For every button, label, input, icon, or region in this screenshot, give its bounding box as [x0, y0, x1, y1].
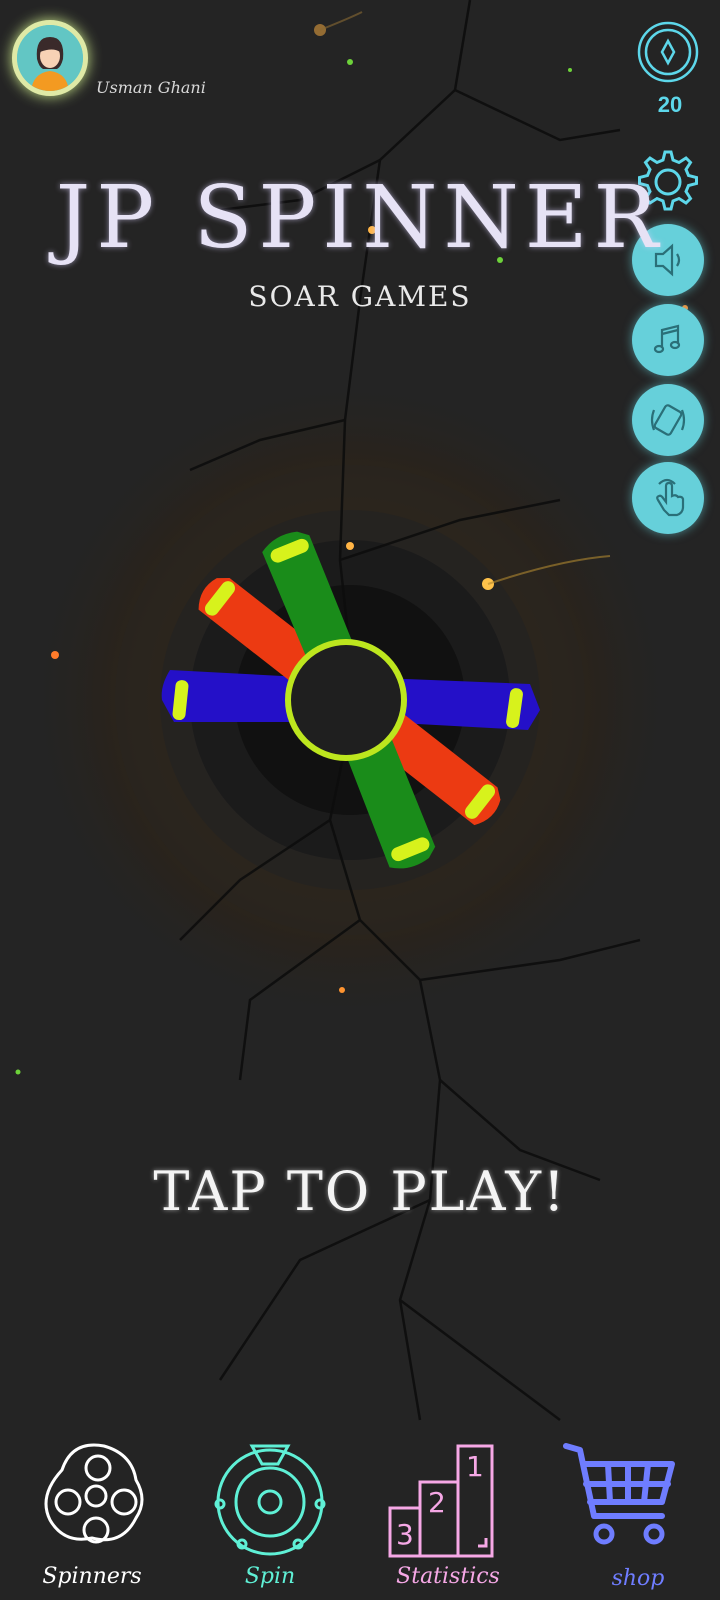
username: Usman Ghani: [96, 78, 206, 97]
nav-label-statistics: Statistics: [396, 1564, 500, 1589]
svg-text:1: 1: [466, 1450, 484, 1483]
music-note-icon: [653, 324, 681, 354]
nav-label-spinners: Spinners: [42, 1564, 142, 1589]
avatar[interactable]: [12, 20, 88, 96]
nav-statistics[interactable]: 1 2 3 Statistics: [368, 1440, 528, 1600]
currency-indicator[interactable]: [636, 20, 700, 84]
studio-name: SOAR GAMES: [248, 280, 472, 313]
shopping-cart-icon: [563, 1443, 675, 1545]
spin-wheel-icon: [214, 1444, 326, 1556]
coin-count: 20: [657, 92, 683, 117]
tap-to-play-button[interactable]: TAP TO PLAY!: [0, 1160, 720, 1223]
svg-text:2: 2: [428, 1486, 446, 1519]
vibration-icon: [650, 404, 686, 436]
vibration-button[interactable]: [632, 384, 704, 456]
podium-icon: 1 2 3: [388, 1444, 494, 1558]
player-profile[interactable]: Usman Ghani: [12, 20, 232, 110]
user-avatar-icon: [17, 25, 83, 91]
nav-spinners[interactable]: Spinners: [12, 1440, 172, 1600]
nav-label-shop: shop: [611, 1566, 665, 1591]
hand-pointer-icon: [656, 478, 685, 517]
diamond-coin-icon: [637, 21, 699, 83]
nav-spin[interactable]: Spin: [190, 1440, 350, 1600]
nav-shop[interactable]: shop: [558, 1440, 718, 1600]
music-button[interactable]: [632, 304, 704, 376]
svg-text:3: 3: [396, 1518, 414, 1551]
touch-button[interactable]: [632, 462, 704, 534]
spinner-graphic: [161, 531, 540, 869]
fidget-spinner[interactable]: [100, 450, 600, 950]
nav-label-spin: Spin: [244, 1564, 296, 1589]
spinner-icon: [44, 1443, 144, 1544]
game-title: JP SPINNER: [55, 168, 665, 268]
